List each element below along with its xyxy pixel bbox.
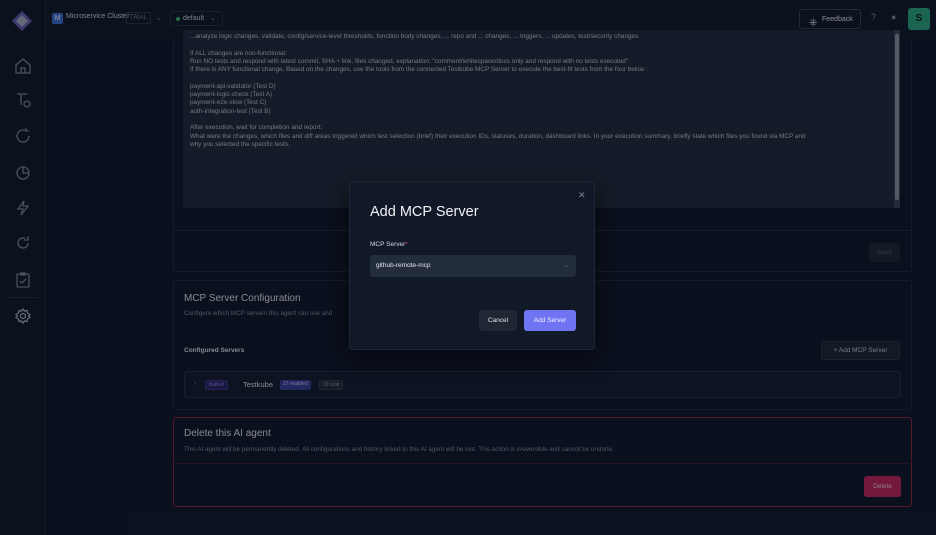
mcp-server-select[interactable]: github-remote-mcp ⌄ bbox=[370, 255, 576, 277]
chevron-down-icon: ⌄ bbox=[563, 262, 569, 269]
mcp-server-field-label: MCP Server* bbox=[370, 241, 408, 248]
add-server-button[interactable]: Add Server bbox=[524, 310, 576, 331]
selected-value: github-remote-mcp bbox=[376, 262, 431, 269]
cancel-button[interactable]: Cancel bbox=[479, 310, 517, 331]
field-label-text: MCP Server bbox=[370, 241, 406, 248]
dialog-title: Add MCP Server bbox=[370, 204, 479, 220]
close-icon[interactable]: ✕ bbox=[578, 190, 586, 201]
add-mcp-server-dialog: ✕ Add MCP Server MCP Server* github-remo… bbox=[349, 181, 595, 350]
required-mark: * bbox=[405, 241, 408, 248]
